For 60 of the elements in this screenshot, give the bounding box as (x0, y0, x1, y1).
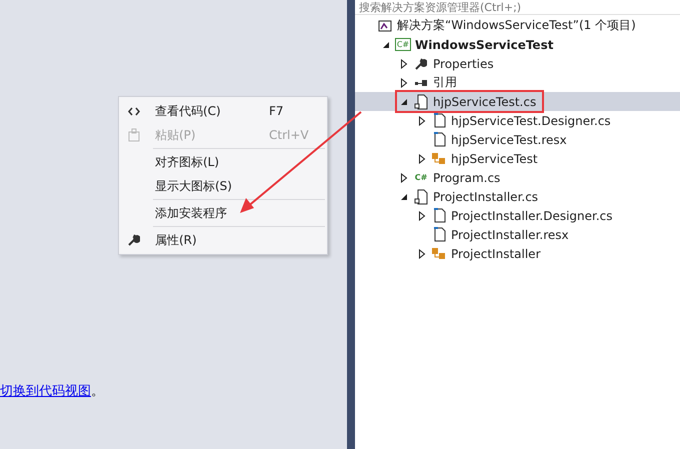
tree-item[interactable]: C# WindowsServiceTest (355, 35, 680, 54)
tree-item-label: ProjectInstaller.resx (451, 228, 569, 242)
tree-item[interactable]: hjpServiceTest.cs (355, 92, 680, 111)
menu-item[interactable]: 显示大图标(S) (119, 174, 327, 198)
tree-item[interactable]: ProjectInstaller (355, 244, 680, 263)
collapse-icon[interactable] (382, 40, 390, 48)
link-sentence: 切换到代码视图。 (0, 383, 105, 400)
tree-item-label: 引用 (433, 74, 457, 91)
references-icon (414, 78, 428, 86)
tree-item[interactable]: C# Program.cs (355, 168, 680, 187)
tree-item-label: hjpServiceTest.resx (451, 132, 567, 146)
code-file-icon (414, 188, 428, 204)
tree-item-label: hjpServiceTest.Designer.cs (451, 114, 611, 128)
expand-icon[interactable] (400, 172, 408, 182)
solution-icon (378, 18, 392, 32)
menu-item[interactable]: 对齐图标(L) (119, 150, 327, 174)
tree-item[interactable]: hjpServiceTest.resx (355, 130, 680, 149)
code-icon (128, 106, 140, 116)
tree-item-label: ProjectInstaller.Designer.cs (451, 208, 613, 222)
wrench-icon (415, 58, 427, 70)
wrench-icon (128, 234, 140, 246)
component-icon (431, 246, 447, 260)
tree-item-label: hjpServiceTest (451, 152, 538, 166)
tree-item-label: Properties (433, 56, 494, 70)
tree-item[interactable]: 引用 (355, 73, 680, 92)
tree-item-label: 解决方案“WindowsServiceTest”(1 个项目) (397, 17, 636, 34)
component-icon (431, 152, 447, 166)
menu-item[interactable]: 添加安装程序 (119, 201, 327, 225)
tree-item[interactable]: ProjectInstaller.cs (355, 187, 680, 206)
tree-item-label: ProjectInstaller.cs (433, 190, 538, 204)
expand-icon[interactable] (418, 248, 426, 258)
document-icon (432, 132, 446, 147)
project-badge: C# (394, 38, 412, 51)
menu-item[interactable]: 属性(R) (119, 228, 327, 252)
clipboard-icon (128, 128, 140, 142)
document-icon (432, 227, 446, 242)
menu-item[interactable]: 查看代码(C) F7 (119, 99, 327, 123)
document-icon (432, 208, 446, 223)
search-field[interactable]: 搜索解决方案资源管理器(Ctrl+;) (355, 0, 680, 15)
expand-icon[interactable] (400, 58, 408, 68)
code-view-link[interactable]: 切换到代码视图 (0, 384, 91, 399)
tree-item[interactable]: hjpServiceTest.Designer.cs (355, 111, 680, 130)
tree-item-label: WindowsServiceTest (415, 38, 554, 52)
collapse-icon[interactable] (400, 192, 408, 200)
code-file-icon (414, 94, 428, 110)
expand-icon[interactable] (400, 78, 408, 88)
tree-item[interactable]: ProjectInstaller.resx (355, 225, 680, 244)
document-icon (432, 113, 446, 128)
expand-icon[interactable] (418, 210, 426, 220)
expand-icon[interactable] (418, 154, 426, 164)
file-type-label: C# (414, 173, 428, 182)
tree-item-label: ProjectInstaller (451, 246, 540, 260)
tree-item-label: hjpServiceTest.cs (433, 94, 536, 108)
tree-item[interactable]: Properties (355, 54, 680, 73)
tree-item-label: Program.cs (433, 170, 500, 184)
expand-icon[interactable] (418, 116, 426, 126)
collapse-icon[interactable] (400, 98, 408, 106)
tree-item[interactable]: ProjectInstaller.Designer.cs (355, 206, 680, 225)
tree-item[interactable]: 解决方案“WindowsServiceTest”(1 个项目) (355, 16, 680, 35)
tree-item[interactable]: hjpServiceTest (355, 149, 680, 168)
